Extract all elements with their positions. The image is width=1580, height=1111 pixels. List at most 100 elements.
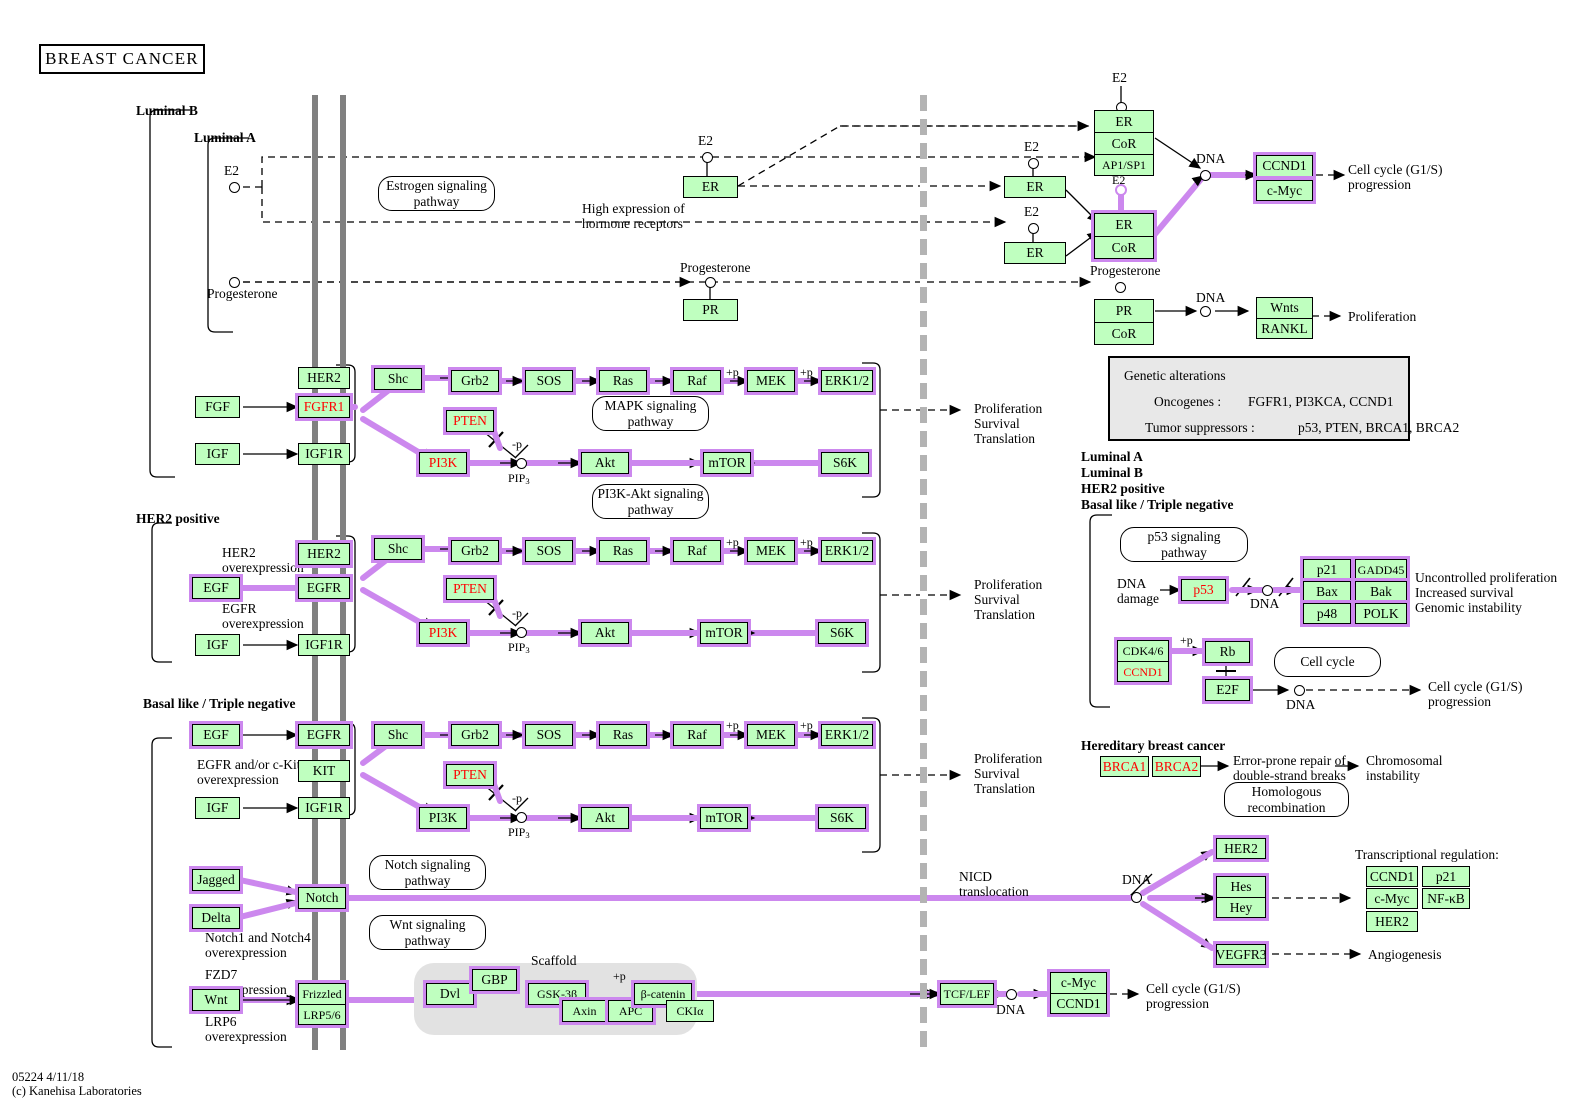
compound-pip3-her2[interactable] (516, 627, 527, 638)
node-mtor-basal[interactable]: mTOR (697, 804, 751, 832)
node-erk12-basal[interactable]: ERK1/2 (818, 721, 876, 749)
compound-e2-right-b[interactable] (1028, 223, 1039, 234)
node-gbp[interactable]: GBP (469, 966, 520, 994)
complex-pr-cor[interactable]: PR CoR (1094, 299, 1154, 345)
compound-progesterone-right[interactable] (1115, 282, 1126, 293)
capsule-mapk-pathway[interactable]: MAPK signaling pathway (592, 396, 709, 431)
node-ras-luminal[interactable]: Ras (596, 367, 650, 395)
node-wnts[interactable]: Wnts (1256, 297, 1313, 318)
node-fgf[interactable]: FGF (195, 396, 240, 418)
node-pi3k-luminal[interactable]: PI3K (416, 449, 470, 477)
capsule-notch-pathway[interactable]: Notch signaling pathway (369, 855, 486, 890)
compound-dna-wnt[interactable] (1006, 989, 1017, 1000)
node-dvl[interactable]: Dvl (423, 980, 477, 1008)
node-rankl[interactable]: RANKL (1256, 318, 1313, 339)
compound-dna-p53[interactable] (1262, 585, 1273, 596)
complex-cdk46-ccnd1[interactable]: CDK4/6 CCND1 (1114, 637, 1172, 685)
complex-er-cor-nuclear[interactable]: ER CoR (1091, 210, 1157, 262)
node-brca2[interactable]: BRCA2 (1152, 756, 1201, 777)
node-ras-basal[interactable]: Ras (596, 721, 650, 749)
compound-progesterone-mid[interactable] (705, 277, 716, 288)
node-pten-basal[interactable]: PTEN (443, 761, 497, 789)
node-cor-top[interactable]: CoR (1094, 132, 1154, 154)
node-ccnd1-cdk[interactable]: CCND1 (1117, 661, 1169, 682)
node-egf-basal[interactable]: EGF (189, 721, 243, 749)
node-er-nuclear[interactable]: ER (1094, 213, 1154, 236)
node-cor-pr[interactable]: CoR (1094, 322, 1154, 345)
capsule-estrogen-pathway[interactable]: Estrogen signaling pathway (378, 176, 495, 211)
complex-cmyc-ccnd1-wnt[interactable]: c-Myc CCND1 (1047, 969, 1110, 1017)
node-raf-her2[interactable]: Raf (670, 537, 724, 565)
node-er-lower-right[interactable]: ER (1004, 242, 1066, 264)
compound-e2-right-a[interactable] (1028, 158, 1039, 169)
compound-pip3-basal[interactable] (516, 812, 527, 823)
node-wnt[interactable]: Wnt (189, 986, 243, 1014)
node-grb2-luminal[interactable]: Grb2 (448, 367, 502, 395)
node-shc-her2[interactable]: Shc (371, 535, 425, 563)
node-tcf-lef[interactable]: TCF/LEF (937, 980, 997, 1008)
node-pi3k-her2[interactable]: PI3K (416, 619, 470, 647)
node-pi3k-basal[interactable]: PI3K (416, 804, 470, 832)
node-delta[interactable]: Delta (189, 904, 243, 932)
node-erk12-her2[interactable]: ERK1/2 (818, 537, 876, 565)
node-erk12-luminal[interactable]: ERK1/2 (818, 367, 876, 395)
node-rb[interactable]: Rb (1202, 638, 1253, 666)
node-hes[interactable]: Hes (1216, 876, 1266, 897)
complex-hes-hey[interactable]: Hes Hey (1213, 873, 1269, 921)
node-jagged[interactable]: Jagged (189, 866, 243, 894)
node-p21[interactable]: p21 (1300, 556, 1354, 583)
node-tr-her2[interactable]: HER2 (1366, 911, 1418, 932)
node-hey[interactable]: Hey (1216, 897, 1266, 918)
complex-ccnd1-cmyc[interactable]: CCND1 c-Myc (1253, 152, 1316, 204)
node-tr-ccnd1[interactable]: CCND1 (1366, 866, 1418, 887)
compound-e2-left[interactable] (229, 182, 240, 193)
node-mtor-luminal[interactable]: mTOR (700, 449, 754, 477)
node-raf-luminal[interactable]: Raf (670, 367, 724, 395)
node-kit[interactable]: KIT (298, 760, 350, 782)
node-tr-p21[interactable]: p21 (1422, 866, 1470, 887)
node-akt-basal[interactable]: Akt (578, 804, 632, 832)
node-cmyc-top[interactable]: c-Myc (1253, 177, 1316, 204)
node-s6k-luminal[interactable]: S6K (818, 449, 872, 477)
node-her2-positive[interactable]: HER2 (295, 540, 353, 568)
node-ras-her2[interactable]: Ras (596, 537, 650, 565)
node-pten-luminal[interactable]: PTEN (443, 407, 497, 435)
node-tr-nfkb[interactable]: NF-κB (1422, 888, 1470, 909)
capsule-pi3k-akt-pathway[interactable]: PI3K-Akt signaling pathway (592, 484, 709, 519)
node-igf1r-luminal[interactable]: IGF1R (298, 443, 350, 465)
compound-dna-notch[interactable] (1131, 892, 1142, 903)
compound-dna-pr[interactable] (1200, 306, 1211, 317)
node-bak[interactable]: Bak (1352, 578, 1410, 605)
node-tr-cmyc[interactable]: c-Myc (1366, 888, 1418, 909)
node-p48[interactable]: p48 (1300, 600, 1354, 627)
node-her2-luminal[interactable]: HER2 (298, 367, 350, 389)
capsule-cell-cycle[interactable]: Cell cycle (1274, 647, 1381, 677)
node-axin[interactable]: Axin (559, 997, 610, 1025)
node-er-mid-right[interactable]: ER (1004, 176, 1066, 198)
node-cor-nuclear[interactable]: CoR (1094, 236, 1154, 259)
compound-dna-top[interactable] (1200, 170, 1211, 181)
node-raf-basal[interactable]: Raf (670, 721, 724, 749)
node-egf-her2[interactable]: EGF (189, 574, 243, 602)
node-pr-center[interactable]: PR (683, 299, 738, 321)
node-bax[interactable]: Bax (1300, 578, 1354, 605)
node-igf-luminal[interactable]: IGF (195, 443, 240, 465)
node-sos-luminal[interactable]: SOS (522, 367, 576, 395)
node-pr-nuclear[interactable]: PR (1094, 299, 1154, 322)
compound-e2-mid[interactable] (702, 152, 713, 163)
node-sos-her2[interactable]: SOS (522, 537, 576, 565)
node-igf1r-her2[interactable]: IGF1R (298, 634, 350, 656)
node-s6k-her2[interactable]: S6K (815, 619, 869, 647)
complex-wnts-rankl[interactable]: Wnts RANKL (1256, 297, 1313, 339)
node-mek-basal[interactable]: MEK (744, 721, 798, 749)
node-grb2-basal[interactable]: Grb2 (448, 721, 502, 749)
node-akt-luminal[interactable]: Akt (578, 449, 632, 477)
node-er-center[interactable]: ER (683, 176, 738, 198)
node-igf-basal[interactable]: IGF (195, 797, 240, 819)
compound-dna-e2f[interactable] (1294, 685, 1305, 696)
capsule-wnt-pathway[interactable]: Wnt signaling pathway (369, 915, 486, 950)
compound-pip3-luminal[interactable] (516, 458, 527, 469)
node-vegfr3[interactable]: VEGFR3 (1213, 941, 1269, 968)
node-ccnd1-wnt[interactable]: CCND1 (1050, 993, 1107, 1014)
complex-er-cor-ap1sp1[interactable]: ER CoR AP1/SP1 (1094, 110, 1154, 176)
